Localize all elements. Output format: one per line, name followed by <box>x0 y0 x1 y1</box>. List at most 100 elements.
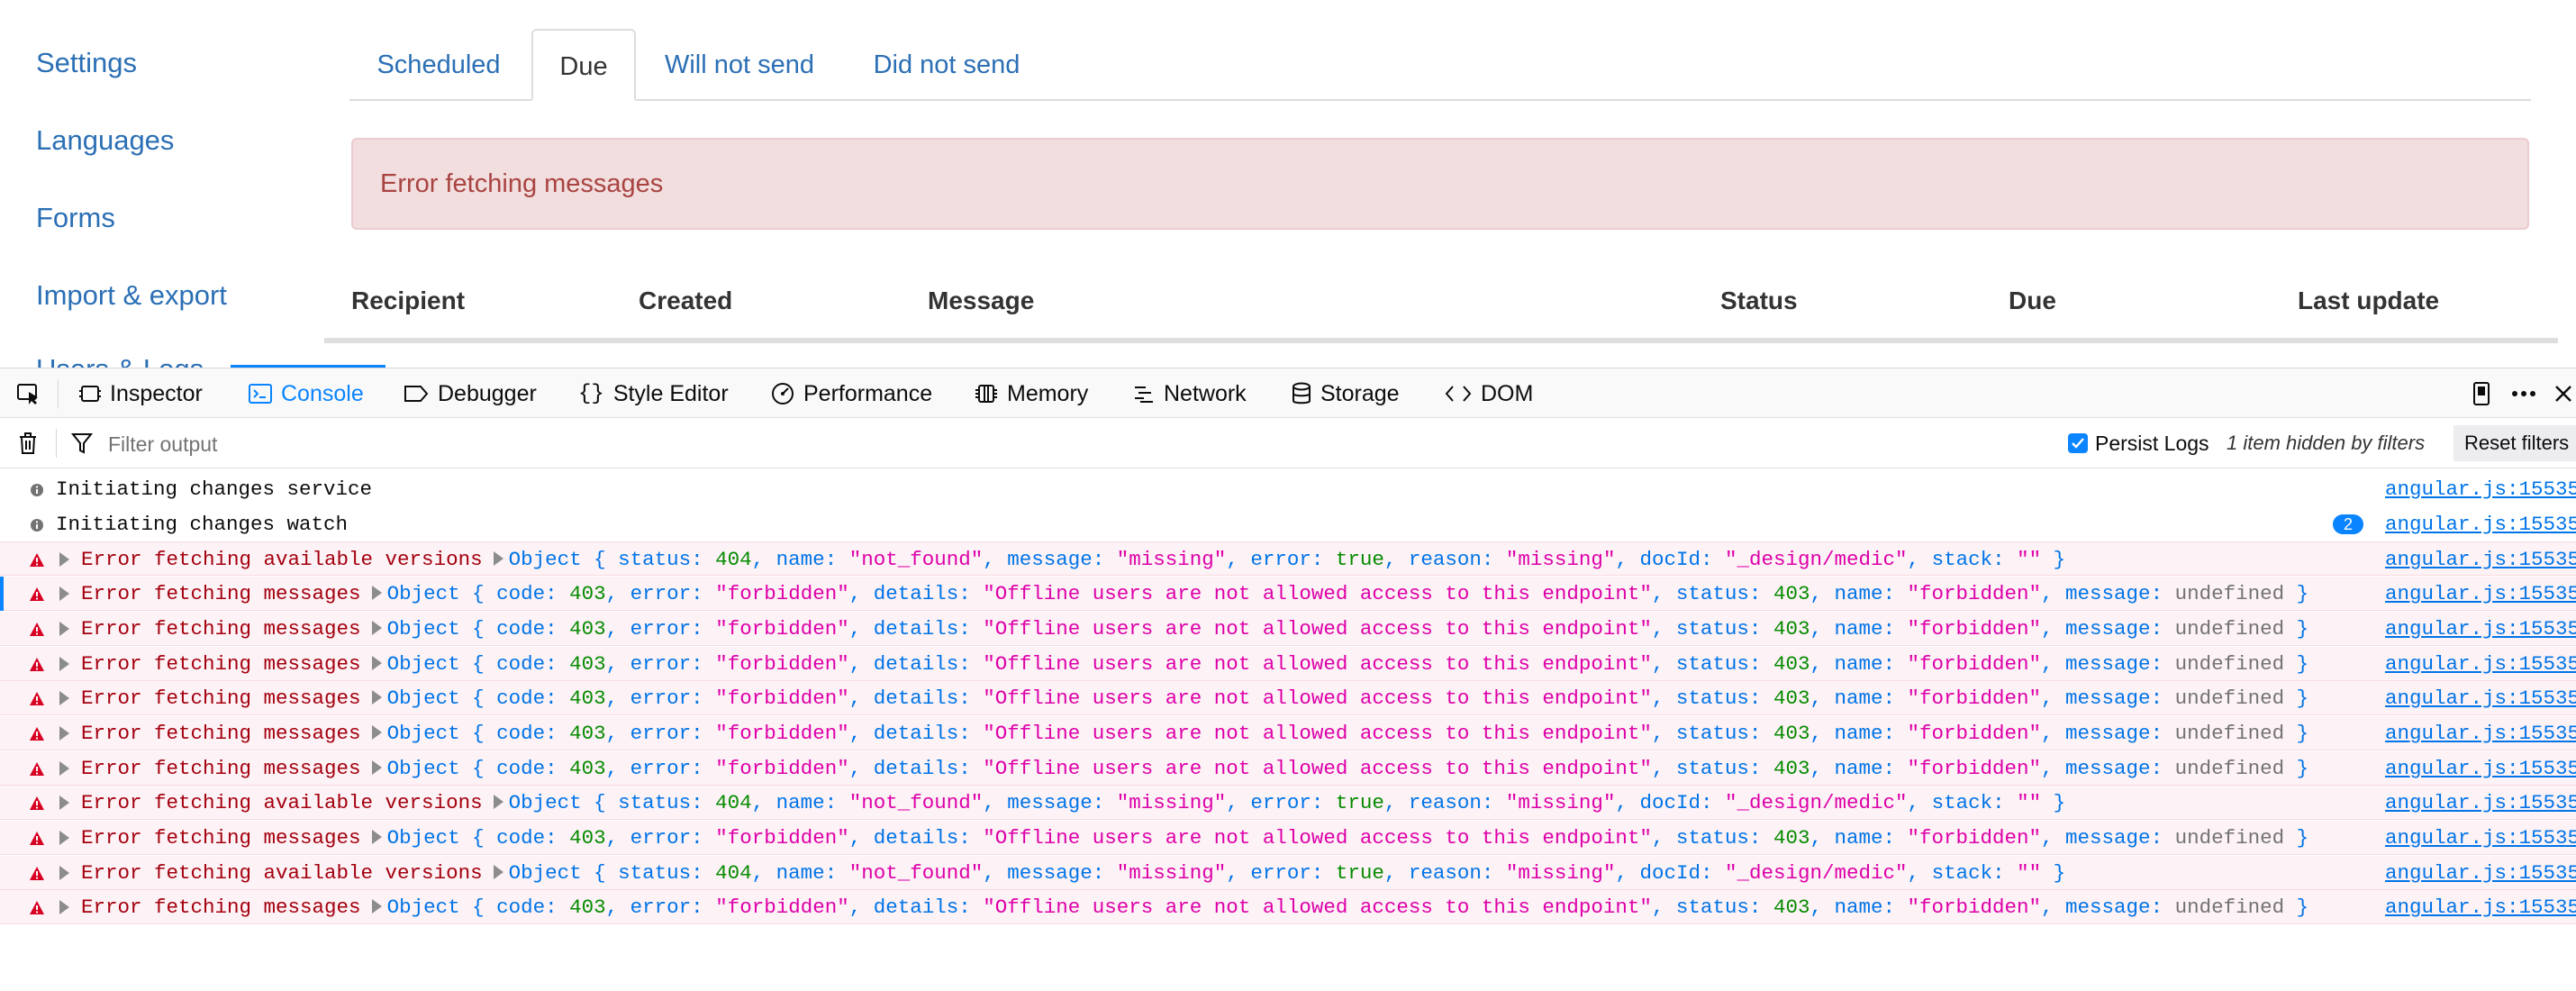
expand-toggle-icon[interactable] <box>59 761 69 776</box>
source-link[interactable]: angular.js:15535 <box>2385 821 2576 855</box>
object-token: 403 <box>569 826 606 850</box>
source-link[interactable]: angular.js:15535 <box>2385 577 2576 611</box>
tab-storage[interactable]: Storage <box>1292 368 1400 419</box>
object-token: } <box>2284 652 2309 676</box>
object-token: : <box>1882 686 1908 710</box>
sidebar-link-users-logs[interactable]: Users & Logs <box>36 353 204 368</box>
expand-toggle-icon[interactable] <box>59 622 69 636</box>
error-icon <box>29 725 45 741</box>
object-link[interactable]: Object <box>509 548 582 571</box>
error-icon <box>29 586 45 602</box>
expand-toggle-icon[interactable] <box>59 796 69 810</box>
persist-logs-toggle[interactable]: Persist Logs <box>2068 418 2209 468</box>
devtools-toolbar: Inspector Console Debugger {} Style Edit… <box>0 368 2576 418</box>
source-link[interactable]: angular.js:15535 <box>2385 507 2576 541</box>
object-link[interactable]: Object <box>387 582 460 605</box>
object-expand-icon[interactable] <box>371 760 382 775</box>
object-token: { <box>459 722 497 745</box>
object-expand-icon[interactable] <box>371 586 382 600</box>
source-link[interactable]: angular.js:15535 <box>2385 856 2576 890</box>
responsive-design-icon[interactable] <box>2468 368 2495 419</box>
object-expand-icon[interactable] <box>493 551 503 566</box>
source-link[interactable]: angular.js:15535 <box>2385 612 2576 646</box>
object-token: 403 <box>569 722 606 745</box>
object-token: , <box>2041 617 2066 641</box>
expand-toggle-icon[interactable] <box>59 866 69 880</box>
more-options-icon[interactable] <box>2506 368 2542 419</box>
source-link[interactable]: angular.js:15535 <box>2385 786 2576 820</box>
object-link[interactable]: Object <box>387 896 460 919</box>
tab-debugger[interactable]: Debugger <box>404 368 537 419</box>
object-token: name <box>1834 617 1883 641</box>
object-token: code <box>496 652 546 676</box>
object-expand-icon[interactable] <box>371 621 382 635</box>
sidebar-link-import-export[interactable]: Import & export <box>36 279 227 312</box>
object-expand-icon[interactable] <box>371 725 382 740</box>
object-token: message <box>2065 826 2151 850</box>
object-expand-icon[interactable] <box>371 899 382 914</box>
tab-console[interactable]: Console <box>249 368 364 419</box>
source-link[interactable]: angular.js:15535 <box>2385 890 2576 924</box>
tab-did-not-send[interactable]: Did not send <box>852 29 1041 101</box>
tab-will-not-send[interactable]: Will not send <box>647 29 832 101</box>
expand-toggle-icon[interactable] <box>59 900 69 914</box>
object-expand-icon[interactable] <box>493 865 503 879</box>
expand-toggle-icon[interactable] <box>59 831 69 845</box>
tab-performance[interactable]: Performance <box>771 368 932 419</box>
object-link[interactable]: Object <box>509 791 582 814</box>
reset-filters-button[interactable]: Reset filters <box>2454 425 2576 461</box>
close-icon[interactable] <box>2551 368 2576 419</box>
sidebar-link-settings[interactable]: Settings <box>36 47 137 79</box>
object-expand-icon[interactable] <box>371 690 382 705</box>
tab-inspector[interactable]: Inspector <box>79 368 203 419</box>
object-expand-icon[interactable] <box>493 795 503 809</box>
console-output[interactable]: Initiating changes service angular.js:155… <box>0 468 2576 991</box>
source-link[interactable]: angular.js:15535 <box>2385 681 2576 715</box>
log-row: Error fetching messages Object { code: 40… <box>0 577 2576 611</box>
source-link[interactable]: angular.js:15535 <box>2385 751 2576 786</box>
filter-output-input[interactable] <box>106 425 1371 463</box>
expand-toggle-icon[interactable] <box>59 726 69 741</box>
log-message: Error fetching messages Object { code: 40… <box>81 577 2308 611</box>
trash-icon[interactable] <box>14 418 41 468</box>
object-link[interactable]: Object <box>387 617 460 641</box>
object-link[interactable]: Object <box>387 652 460 676</box>
object-token: 403 <box>569 652 606 676</box>
object-link[interactable]: Object <box>387 757 460 780</box>
tab-scheduled[interactable]: Scheduled <box>353 29 524 101</box>
object-link[interactable]: Object <box>387 686 460 710</box>
hidden-items-note: 1 item hidden by filters <box>2227 432 2426 454</box>
object-link[interactable]: Object <box>387 722 460 745</box>
tab-network[interactable]: Network <box>1133 368 1247 419</box>
object-link[interactable]: Object <box>509 861 582 885</box>
object-token: : <box>1882 617 1908 641</box>
sidebar-link-forms[interactable]: Forms <box>36 202 115 234</box>
source-link[interactable]: angular.js:15535 <box>2385 647 2576 681</box>
tab-style-editor[interactable]: {} Style Editor <box>578 368 729 419</box>
object-token: error <box>630 896 692 919</box>
source-link[interactable]: angular.js:15535 <box>2385 542 2576 577</box>
object-token: "Offline users are not allowed access to… <box>983 896 1652 919</box>
expand-toggle-icon[interactable] <box>59 657 69 671</box>
object-token: } <box>2284 617 2309 641</box>
tab-dom[interactable]: DOM <box>1445 368 1533 419</box>
sidebar-link-languages[interactable]: Languages <box>36 124 174 157</box>
col-header-status: Status <box>1720 286 1798 314</box>
object-token: status <box>618 791 692 814</box>
object-token: , <box>1651 826 1676 850</box>
expand-toggle-icon[interactable] <box>59 586 69 601</box>
source-link[interactable]: angular.js:15535 <box>2385 472 2576 506</box>
object-token: : <box>1882 652 1908 676</box>
tab-network-label: Network <box>1164 380 1247 406</box>
persist-logs-checkbox[interactable] <box>2068 433 2088 453</box>
expand-toggle-icon[interactable] <box>59 691 69 705</box>
object-token: name <box>1834 896 1883 919</box>
expand-toggle-icon[interactable] <box>59 552 69 567</box>
object-expand-icon[interactable] <box>371 656 382 670</box>
element-picker-icon[interactable] <box>13 368 45 419</box>
tab-due[interactable]: Due <box>531 29 636 101</box>
tab-memory[interactable]: Memory <box>975 368 1088 419</box>
object-link[interactable]: Object <box>387 826 460 850</box>
source-link[interactable]: angular.js:15535 <box>2385 716 2576 750</box>
object-expand-icon[interactable] <box>371 830 382 844</box>
